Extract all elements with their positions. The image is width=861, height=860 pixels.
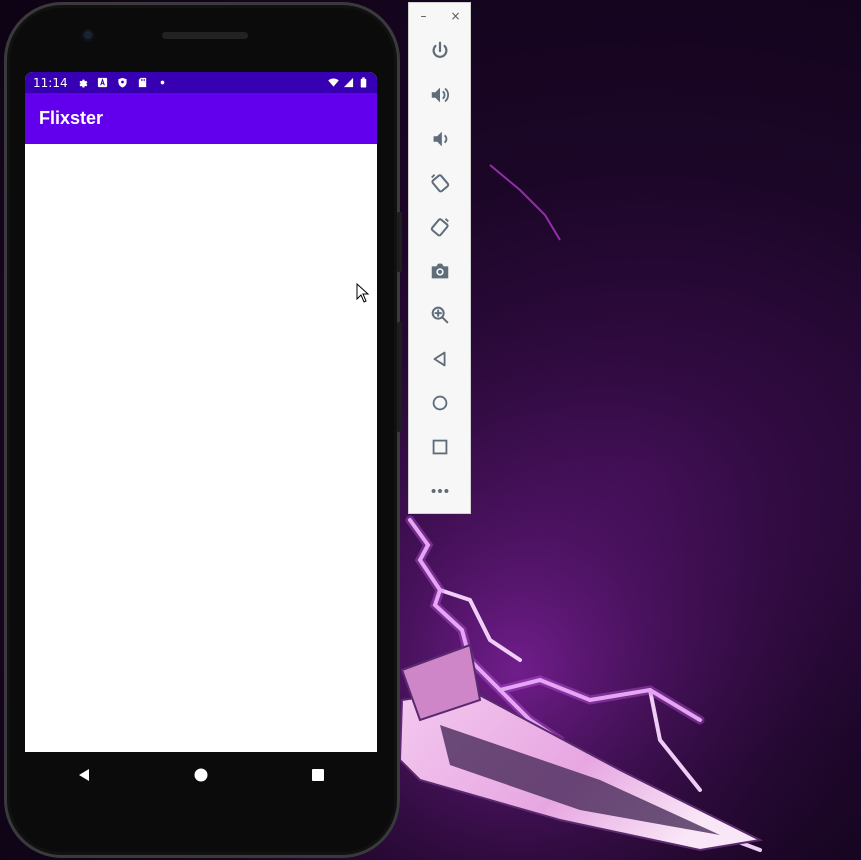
volume-down-icon (433, 131, 447, 147)
status-bar: 11:14 (25, 72, 377, 93)
camera-icon (431, 263, 448, 279)
more-icon (431, 488, 448, 494)
volume-up-button[interactable] (420, 73, 460, 117)
minimize-button[interactable]: – (418, 9, 430, 23)
front-camera-icon (82, 29, 94, 41)
a-notification-icon (97, 77, 108, 88)
navigation-bar (25, 752, 377, 798)
power-icon (432, 41, 447, 58)
signal-icon (343, 77, 354, 88)
status-time: 11:14 (33, 75, 68, 90)
nav-back-button[interactable] (64, 755, 104, 795)
zoom-icon (431, 306, 448, 324)
rotate-left-button[interactable] (420, 161, 460, 205)
wifi-icon (328, 77, 339, 88)
sd-card-icon (137, 77, 148, 88)
rotate-left-icon (430, 174, 449, 193)
app-bar: Flixster (25, 93, 377, 144)
emulator-toolbar: – × (408, 2, 471, 514)
phone-screen: 11:14 Flixster (25, 72, 377, 752)
shield-icon (117, 77, 128, 88)
earpiece-speaker (162, 32, 248, 39)
zoom-button[interactable] (420, 293, 460, 337)
back-icon (78, 769, 89, 781)
mouse-cursor-icon (356, 283, 370, 303)
settings-icon (77, 77, 88, 88)
phone-volume-button[interactable] (397, 322, 402, 432)
nav-recents-button[interactable] (298, 755, 338, 795)
phone-frame: 11:14 Flixster (4, 2, 402, 858)
volume-down-button[interactable] (420, 117, 460, 161)
home-button[interactable] (420, 381, 460, 425)
screenshot-button[interactable] (420, 249, 460, 293)
dot-icon (157, 77, 168, 88)
rotate-right-button[interactable] (420, 205, 460, 249)
rotate-right-icon (430, 218, 449, 237)
overview-icon (432, 439, 447, 455)
home-icon (194, 768, 208, 782)
recents-icon (312, 769, 325, 781)
nav-home-button[interactable] (181, 755, 221, 795)
battery-icon (358, 77, 369, 88)
back-button[interactable] (420, 337, 460, 381)
power-button[interactable] (420, 29, 460, 73)
movie-list[interactable] (25, 144, 377, 752)
volume-up-icon (431, 87, 449, 103)
back-icon (433, 351, 445, 367)
app-title: Flixster (39, 108, 104, 128)
overview-button[interactable] (420, 425, 460, 469)
close-button[interactable]: × (450, 9, 462, 23)
phone-power-button[interactable] (397, 212, 402, 272)
more-button[interactable] (420, 469, 460, 513)
home-icon (432, 395, 447, 411)
